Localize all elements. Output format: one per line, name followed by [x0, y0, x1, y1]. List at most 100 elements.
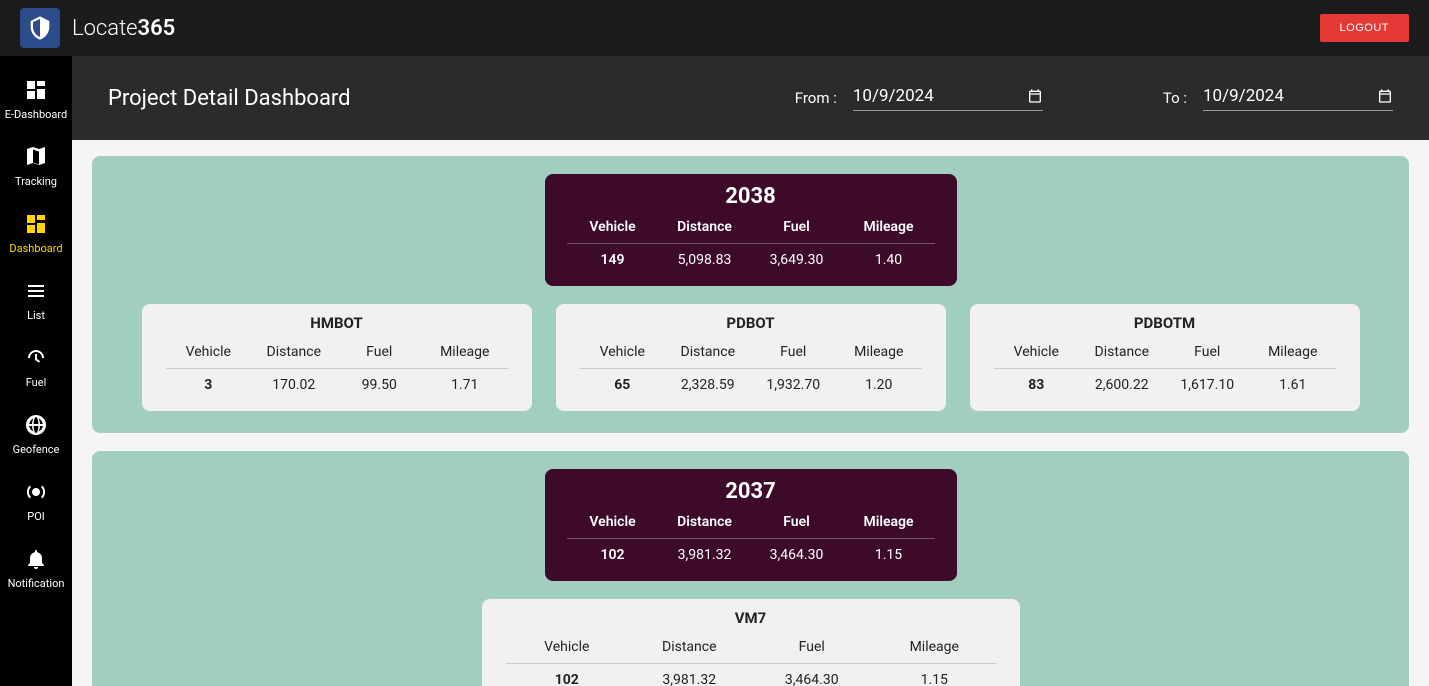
col-header: Mileage [836, 344, 922, 360]
project-summary-card: 2038 VehicleDistanceFuelMileage 149 5,09… [545, 174, 957, 286]
project-summary-card: 2037 VehicleDistanceFuelMileage 102 3,98… [545, 469, 957, 581]
shield-icon [26, 14, 54, 42]
calendar-icon[interactable] [1027, 88, 1043, 104]
sidebar-item-label: POI [27, 510, 45, 523]
to-label: To : [1163, 89, 1187, 107]
topbar-left: Locate365 [20, 8, 175, 48]
distance-value: 3,981.32 [659, 547, 751, 563]
fuel-value: 99.50 [337, 377, 423, 393]
sub-name: HMBOT [166, 314, 508, 332]
page-title: Project Detail Dashboard [108, 86, 755, 111]
mileage-value: 1.15 [843, 547, 935, 563]
distance-value: 170.02 [251, 377, 337, 393]
sub-row: HMBOT VehicleDistanceFuelMileage 3 170.0… [120, 304, 1381, 411]
sidebar-item-list[interactable]: List [0, 269, 72, 332]
distance-value: 5,098.83 [659, 252, 751, 268]
sub-name: PDBOT [580, 314, 922, 332]
from-label: From : [795, 89, 837, 107]
sidebar-item-label: List [27, 309, 45, 322]
brand-title: Locate365 [72, 16, 175, 41]
topbar: Locate365 LOGOUT [0, 0, 1429, 56]
dash-icon [24, 78, 48, 102]
mileage-value: 1.71 [422, 377, 508, 393]
vehicle-value: 102 [567, 547, 659, 563]
globe-icon [24, 413, 48, 437]
sidebar-item-tracking[interactable]: Tracking [0, 135, 72, 198]
col-header: Mileage [1250, 344, 1336, 360]
col-header: Distance [665, 344, 751, 360]
fuel-value: 1,932.70 [751, 377, 837, 393]
vehicle-value: 102 [506, 672, 629, 686]
sidebar-item-fuel[interactable]: Fuel [0, 336, 72, 399]
to-date-value: 10/9/2024 [1203, 86, 1284, 106]
sidebar: E-Dashboard Tracking Dashboard List Fuel Geof… [0, 56, 72, 686]
sub-card: PDBOTM VehicleDistanceFuelMileage 83 2,6… [970, 304, 1360, 411]
col-header: Fuel [751, 514, 843, 530]
col-header: Distance [659, 219, 751, 235]
vehicle-value: 3 [166, 377, 252, 393]
col-header: Distance [251, 344, 337, 360]
sidebar-item-dashboard[interactable]: Dashboard [0, 202, 72, 265]
col-header: Fuel [1165, 344, 1251, 360]
col-header: Fuel [337, 344, 423, 360]
fuel-value: 3,649.30 [751, 252, 843, 268]
from-date-field[interactable]: 10/9/2024 [853, 86, 1043, 111]
from-date-group: From : 10/9/2024 [795, 86, 1043, 111]
project-name: 2037 [567, 479, 935, 504]
to-date-field[interactable]: 10/9/2024 [1203, 86, 1393, 111]
sub-name: PDBOTM [994, 314, 1336, 332]
sidebar-item-label: E-Dashboard [5, 108, 68, 121]
sub-card: VM7 VehicleDistanceFuelMileage 102 3,981… [482, 599, 1020, 686]
gauge-icon [24, 346, 48, 370]
dash-icon [24, 212, 48, 236]
col-header: Fuel [751, 219, 843, 235]
fuel-value: 3,464.30 [751, 672, 874, 686]
col-header: Mileage [843, 514, 935, 530]
col-header: Mileage [422, 344, 508, 360]
distance-value: 2,600.22 [1079, 377, 1165, 393]
sub-name: VM7 [506, 609, 996, 627]
sub-row: VM7 VehicleDistanceFuelMileage 102 3,981… [120, 599, 1381, 686]
sidebar-item-geofence[interactable]: Geofence [0, 403, 72, 466]
from-date-value: 10/9/2024 [853, 86, 934, 106]
distance-value: 2,328.59 [665, 377, 751, 393]
col-header: Vehicle [567, 219, 659, 235]
sidebar-item-label: Tracking [15, 175, 57, 188]
vehicle-value: 65 [580, 377, 666, 393]
mileage-value: 1.20 [836, 377, 922, 393]
logo-badge [20, 8, 60, 48]
project-panel: 2038 VehicleDistanceFuelMileage 149 5,09… [92, 156, 1409, 433]
list-icon [24, 279, 48, 303]
bell-icon [24, 547, 48, 571]
vehicle-value: 83 [994, 377, 1080, 393]
fuel-value: 3,464.30 [751, 547, 843, 563]
col-header: Mileage [843, 219, 935, 235]
sidebar-item-label: Notification [8, 577, 65, 590]
broadcast-icon [24, 480, 48, 504]
col-header: Vehicle [506, 639, 629, 655]
calendar-icon[interactable] [1377, 88, 1393, 104]
main: Project Detail Dashboard From : 10/9/202… [72, 56, 1429, 686]
project-name: 2038 [567, 184, 935, 209]
col-header: Distance [1079, 344, 1165, 360]
col-header: Distance [659, 514, 751, 530]
sidebar-item-label: Dashboard [9, 242, 62, 255]
sidebar-item-poi[interactable]: POI [0, 470, 72, 533]
sidebar-item-label: Fuel [26, 376, 47, 389]
col-header: Fuel [751, 344, 837, 360]
content[interactable]: 2038 VehicleDistanceFuelMileage 149 5,09… [72, 140, 1429, 686]
col-header: Vehicle [580, 344, 666, 360]
map-icon [24, 145, 48, 169]
sidebar-item-e-dashboard[interactable]: E-Dashboard [0, 68, 72, 131]
sidebar-item-notification[interactable]: Notification [0, 537, 72, 600]
mileage-value: 1.15 [873, 672, 996, 686]
mileage-value: 1.61 [1250, 377, 1336, 393]
col-header: Mileage [873, 639, 996, 655]
header-bar: Project Detail Dashboard From : 10/9/202… [72, 56, 1429, 140]
logout-button[interactable]: LOGOUT [1320, 14, 1409, 42]
col-header: Distance [628, 639, 751, 655]
sub-card: PDBOT VehicleDistanceFuelMileage 65 2,32… [556, 304, 946, 411]
col-header: Vehicle [166, 344, 252, 360]
col-header: Vehicle [567, 514, 659, 530]
sub-card: HMBOT VehicleDistanceFuelMileage 3 170.0… [142, 304, 532, 411]
